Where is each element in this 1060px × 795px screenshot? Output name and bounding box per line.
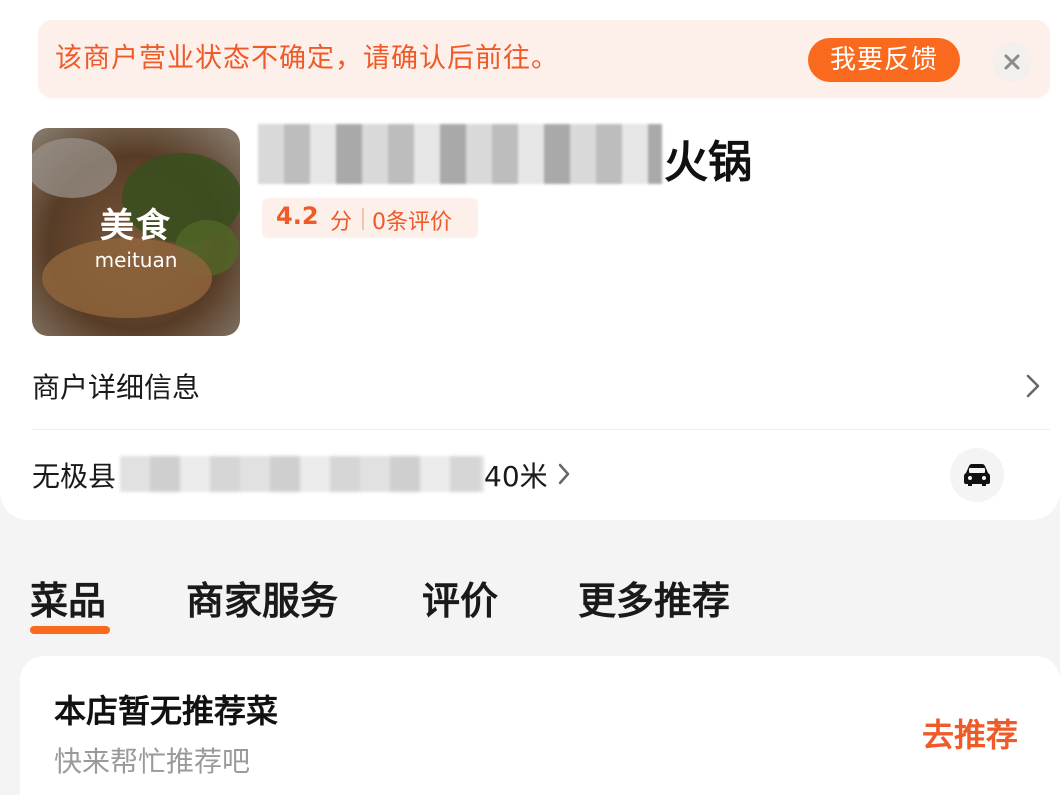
redacted-store-name	[258, 124, 662, 184]
recommend-subtitle: 快来帮忙推荐吧	[54, 745, 251, 778]
navigation-button[interactable]	[950, 448, 1004, 502]
feedback-button[interactable]: 我要反馈	[808, 38, 960, 82]
recommend-button[interactable]: 去推荐	[922, 710, 1018, 756]
store-name-suffix: 火锅	[664, 137, 752, 188]
distance-text: 40米	[484, 460, 548, 493]
cover-title: 美食	[100, 206, 172, 246]
chevron-right-icon	[1026, 374, 1040, 398]
tab-bar: 菜品 商家服务 评价 更多推荐	[0, 570, 1060, 640]
recommended-dishes-card: 本店暂无推荐菜 快来帮忙推荐吧 去推荐	[20, 656, 1060, 795]
tab-reviews[interactable]: 评价	[422, 570, 498, 625]
chevron-right-icon	[558, 463, 570, 485]
recommend-title: 本店暂无推荐菜	[54, 692, 279, 730]
address-row[interactable]: 无极县 40米	[0, 440, 1060, 510]
rating-badge[interactable]: 4.2 分 0条评价	[262, 198, 478, 238]
review-count: 0条评价	[372, 210, 452, 235]
status-notice-banner: 该商户营业状态不确定，请确认后前往。 我要反馈	[38, 20, 1050, 98]
rating-divider	[362, 208, 364, 230]
store-page: 该商户营业状态不确定，请确认后前往。 我要反馈 美食 meituan 火锅 4.…	[0, 0, 1060, 795]
store-details-label: 商户详细信息	[32, 371, 201, 404]
rating-score: 4.2	[276, 202, 319, 230]
car-icon	[964, 464, 990, 486]
store-info-card: 该商户营业状态不确定，请确认后前往。 我要反馈 美食 meituan 火锅 4.…	[0, 0, 1060, 520]
tab-dishes[interactable]: 菜品	[30, 570, 106, 625]
rating-unit: 分	[330, 210, 353, 235]
close-icon[interactable]	[992, 42, 1032, 82]
tab-more-recommendations[interactable]: 更多推荐	[578, 570, 730, 625]
store-cover-image[interactable]: 美食 meituan	[32, 128, 240, 336]
divider	[32, 429, 1050, 430]
store-details-row[interactable]: 商户详细信息	[0, 350, 1060, 428]
tab-merchant-services[interactable]: 商家服务	[186, 570, 338, 625]
notice-text: 该商户营业状态不确定，请确认后前往。	[55, 43, 559, 74]
active-tab-indicator	[30, 626, 110, 634]
address-prefix: 无极县	[32, 460, 117, 493]
redacted-address	[120, 456, 484, 492]
cover-subtitle: meituan	[94, 248, 178, 272]
